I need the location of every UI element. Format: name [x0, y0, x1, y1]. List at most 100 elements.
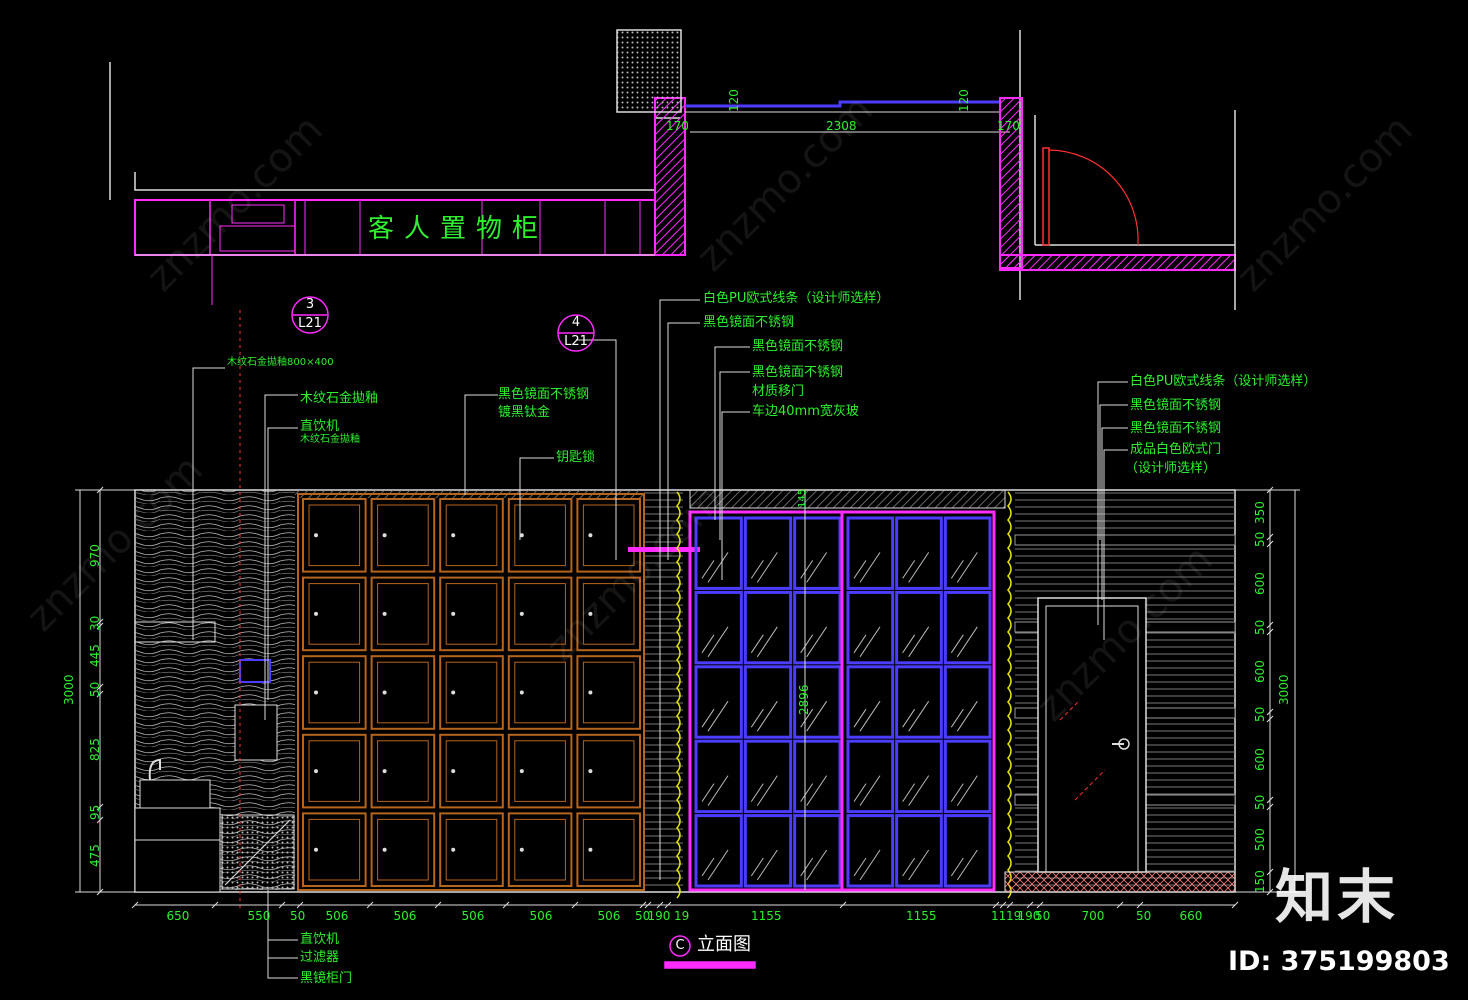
cabinet-door — [439, 498, 504, 573]
label-black-steel: 黑色镜面不锈钢 — [498, 387, 590, 402]
label-black-steel-3: 黑色镜面不锈钢 — [752, 339, 844, 354]
bottom-dim: 19 — [674, 909, 690, 923]
cabinet-knob — [519, 690, 524, 695]
glass-reflection — [908, 552, 930, 583]
cabinet-knob — [314, 611, 318, 616]
bottom-dim: 1155 — [751, 909, 782, 923]
glass-reflection — [756, 700, 778, 732]
cabinet-door — [370, 655, 436, 730]
cabinet-knob — [519, 769, 524, 774]
glass-reflection — [707, 775, 729, 806]
cabinet-door — [576, 655, 642, 730]
bottom-dim: 1155 — [906, 909, 937, 923]
right-dim: 150 — [1253, 869, 1267, 893]
glass-reflection — [707, 700, 729, 732]
right-dim: 500 — [1253, 827, 1267, 851]
label-titanium: 镀黑钛金 — [498, 405, 551, 420]
cabinet-knob — [314, 769, 318, 774]
label-pu-line: 白色PU欧式线条（设计师选样） — [703, 291, 890, 306]
glass-reflection — [859, 700, 881, 732]
cabinet-door — [576, 733, 642, 809]
label-black-mirror-door: 黑镜柜门 — [300, 971, 353, 986]
right-dim: 600 — [1253, 659, 1267, 683]
right-dim: 50 — [1253, 706, 1267, 722]
left-dim: 970 — [88, 543, 102, 567]
bottom-dim: 506 — [461, 909, 485, 923]
label-key-lock: 钥匙锁 — [556, 450, 596, 465]
cabinet-knob — [451, 847, 456, 852]
left-dim: 95 — [88, 804, 102, 820]
right-dim: 50 — [1253, 794, 1267, 810]
label-water-machine: 直饮机 — [300, 419, 340, 434]
cabinet-knob — [451, 769, 456, 774]
label-water-machine-bottom: 直饮机 — [300, 932, 340, 947]
glass-reflection — [908, 775, 930, 806]
cabinet-door — [439, 655, 504, 730]
left-dim: 475 — [88, 843, 102, 867]
right-dim: 50 — [1253, 619, 1267, 635]
bottom-dim: 506 — [393, 909, 417, 923]
plan-dim-4: 120 — [957, 89, 971, 112]
glass-reflection — [908, 626, 930, 658]
glass-reflection — [859, 849, 881, 881]
glass-reflection — [859, 552, 881, 583]
glass-reflection — [859, 626, 881, 658]
cabinet-door — [439, 733, 504, 809]
glass-reflection — [756, 552, 778, 583]
label-black-steel-2: 黑色镜面不锈钢 — [703, 315, 795, 330]
bottom-dim: 50 — [1136, 909, 1152, 923]
cabinet-knob — [382, 533, 387, 538]
center-top-dim: 145 — [797, 488, 808, 508]
center-height-dim: 2896 — [797, 684, 811, 715]
glass-reflection — [756, 849, 778, 881]
cabinet-knob — [314, 847, 318, 852]
cabinet-knob — [314, 690, 318, 695]
image-id: ID: 375199803 — [1228, 946, 1450, 977]
cabinet-door — [370, 733, 436, 809]
left-dim: 445 — [88, 643, 102, 667]
glass-reflection — [707, 552, 729, 583]
cabinet-door — [507, 733, 573, 809]
plan-dim-1: 170 — [666, 119, 689, 133]
glass-reflection — [908, 849, 930, 881]
cabinet-door — [576, 812, 642, 888]
cabinet-knob — [451, 611, 456, 616]
cabinet-door — [302, 576, 367, 652]
label-door: 成品白色欧式门 — [1130, 442, 1222, 457]
glass-reflection — [756, 775, 778, 806]
cabinet-door — [507, 655, 573, 730]
glass-reflection — [908, 700, 930, 732]
cabinet-knob — [519, 847, 524, 852]
bottom-dim: 190 — [647, 909, 671, 923]
glass-reflection — [756, 626, 778, 658]
right-dim: 50 — [1253, 531, 1267, 547]
plan-dim-5: 170 — [997, 119, 1020, 133]
glass-reflection — [806, 626, 828, 658]
cabinet-door — [370, 576, 436, 652]
cabinet-knob — [588, 769, 593, 774]
drawing-title: 立面图 — [697, 934, 751, 955]
cabinet-knob — [588, 847, 593, 852]
plan-dim-2: 120 — [727, 89, 741, 112]
label-black-steel-4: 黑色镜面不锈钢 — [752, 365, 844, 380]
label-filter: 过滤器 — [300, 950, 340, 965]
glass-reflection — [956, 626, 978, 658]
left-dim: 825 — [88, 737, 102, 761]
bottom-dim: 650 — [166, 909, 190, 923]
plan-dim-3: 2308 — [826, 119, 857, 133]
bottom-dim: 11 — [991, 909, 1007, 923]
glass-reflection — [859, 775, 881, 806]
label-stone-finish: 木纹石金拋釉 — [300, 391, 379, 406]
bottom-dim: 700 — [1081, 909, 1105, 923]
label-black-steel-r1: 黑色镜面不锈钢 — [1130, 398, 1222, 413]
cabinet-door — [439, 812, 504, 888]
label-black-steel-r2: 黑色镜面不锈钢 — [1130, 421, 1222, 436]
label-door-note: （设计师选样） — [1125, 461, 1217, 476]
left-total-dim: 3000 — [62, 674, 76, 705]
right-total-dim: 3000 — [1277, 674, 1291, 705]
section-ref-num: 4 — [571, 315, 581, 330]
cabinet-door — [302, 498, 367, 573]
glass-reflection — [956, 700, 978, 732]
cabinet-knob — [588, 533, 593, 538]
bottom-dim: 550 — [247, 909, 271, 923]
